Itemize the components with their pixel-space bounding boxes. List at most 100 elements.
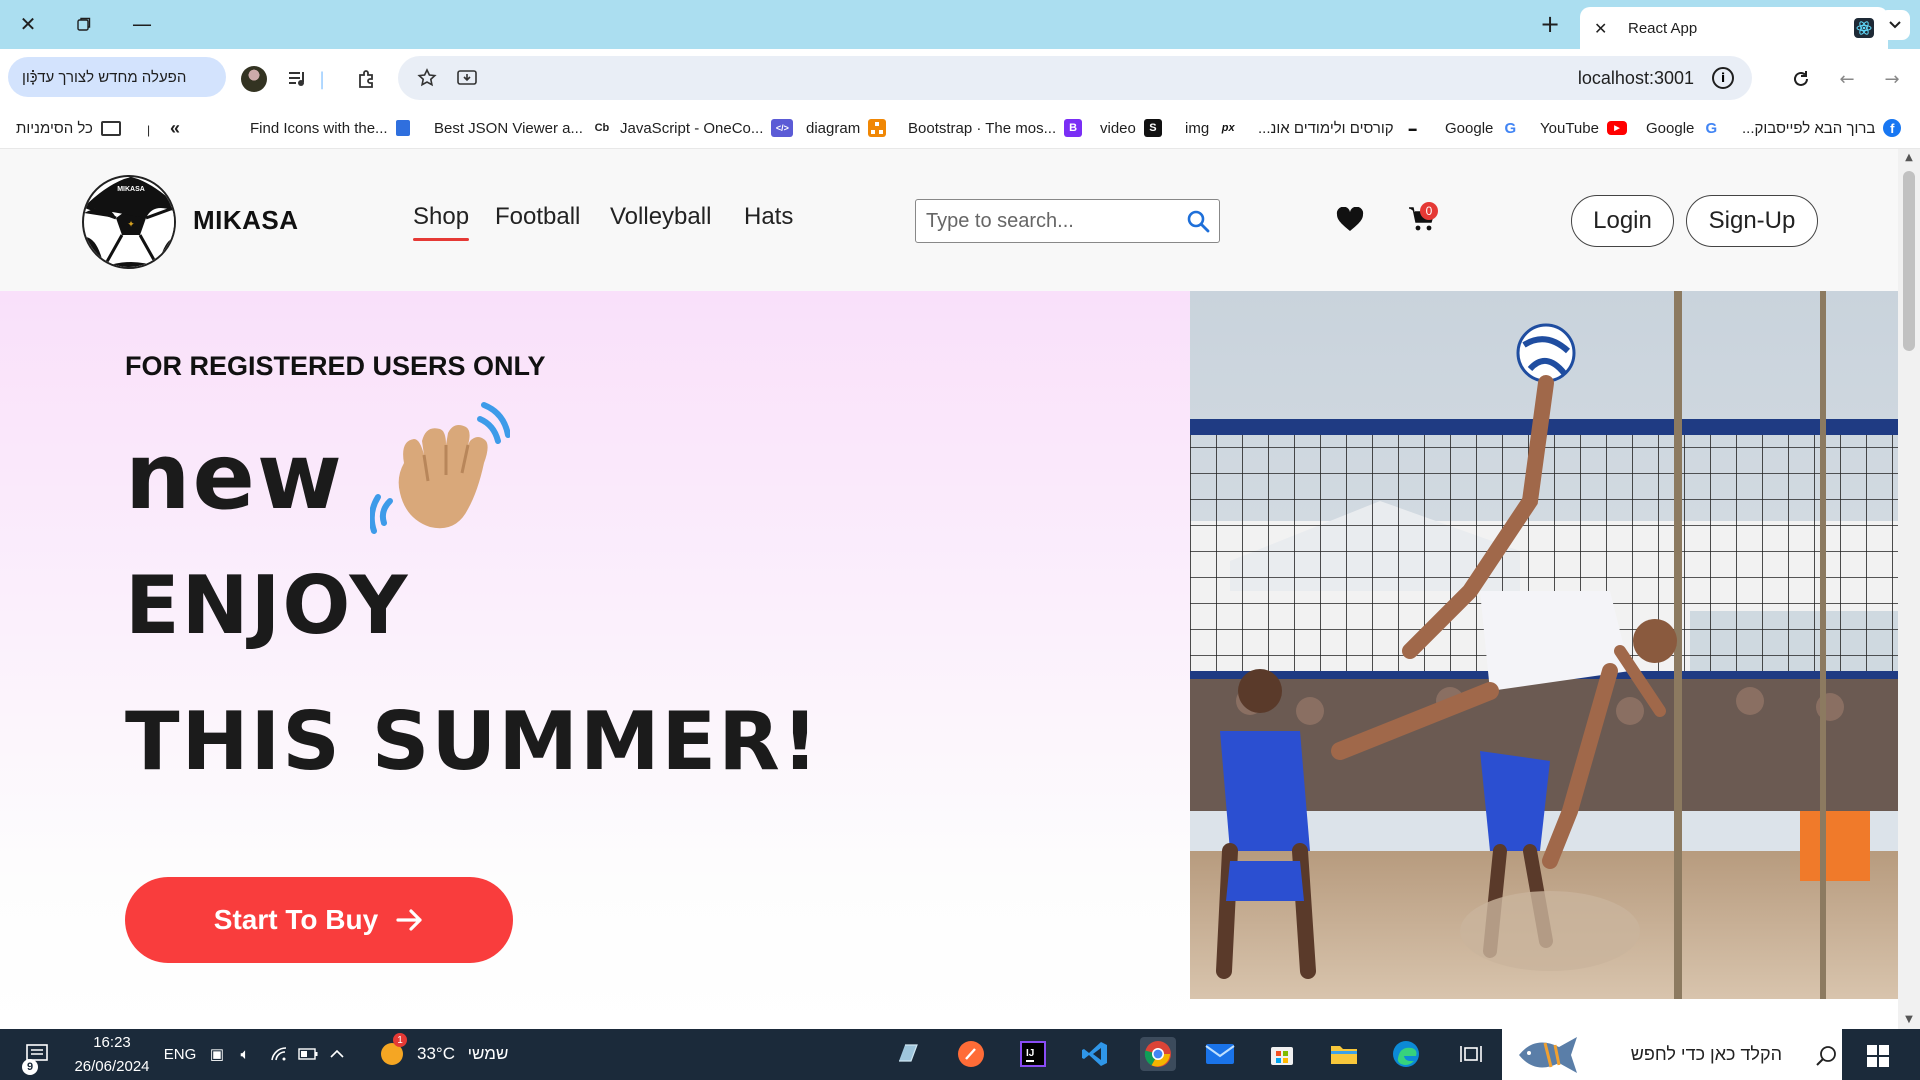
brand-name[interactable]: MIKASA <box>193 205 299 236</box>
minimize-window-icon[interactable]: — <box>122 8 162 40</box>
task-view-icon[interactable] <box>1456 1039 1486 1069</box>
bookmark-label: ...קורסים ולימודים אונ <box>1258 119 1394 137</box>
bookmark-courses[interactable]: ...קורסים ולימודים אונ ▬ <box>1258 117 1424 139</box>
bookmark-javascript[interactable]: JavaScript - OneCo... </> <box>620 117 794 139</box>
hero-section: FOR REGISTERED USERS ONLY new ENJOY THIS… <box>0 291 1190 1029</box>
notification-count: 9 <box>22 1059 38 1075</box>
youtube-icon: ▶ <box>1606 121 1627 135</box>
bookmark-video[interactable]: video S <box>1100 117 1162 139</box>
bookmark-json-viewer[interactable]: Best JSON Viewer a... Cb <box>434 117 613 139</box>
hero-line-summer: THIS SUMMER! <box>125 695 821 788</box>
search-box <box>915 199 1220 243</box>
postman-app-icon[interactable] <box>953 1037 989 1071</box>
install-app-icon[interactable] <box>454 65 480 91</box>
site-info-icon[interactable]: i <box>1712 67 1734 89</box>
bootstrap-icon: B <box>1064 119 1083 137</box>
bookmark-img[interactable]: img px <box>1185 117 1239 139</box>
video-icon: S <box>1143 119 1162 137</box>
tab-react-app[interactable]: ✕ React App <box>1580 7 1888 49</box>
bookmark-label: כל הסימניות <box>16 119 93 137</box>
mikasa-ball-logo[interactable]: MIKASA ✦ <box>82 175 176 269</box>
bookmark-bootstrap[interactable]: Bootstrap · The mos... B <box>908 117 1083 139</box>
bookmark-diagram[interactable]: diagram <box>806 117 887 139</box>
bookmark-find-icons[interactable]: Find Icons with the... <box>250 117 410 139</box>
wifi-icon[interactable] <box>268 1039 290 1069</box>
google-icon: G <box>1504 119 1517 137</box>
nav-volleyball[interactable]: Volleyball <box>610 203 711 231</box>
restore-window-icon[interactable] <box>64 8 104 40</box>
more-bookmarks-icon[interactable]: « <box>170 117 180 139</box>
nav-football[interactable]: Football <box>495 203 580 231</box>
tab-title: React App <box>1628 19 1698 37</box>
scroll-down-icon[interactable]: ▼ <box>1898 1011 1920 1029</box>
bookmark-label: Bootstrap · The mos... <box>908 119 1057 137</box>
new-tab-button[interactable]: + <box>1540 10 1560 38</box>
extensions-icon[interactable] <box>354 66 380 92</box>
svg-text:IJ: IJ <box>1026 1048 1034 1059</box>
profile-avatar[interactable] <box>241 66 267 92</box>
facebook-icon: f <box>1883 119 1902 137</box>
bookmark-label: JavaScript - OneCo... <box>620 119 764 137</box>
bookmark-google-1[interactable]: Google G <box>1445 117 1519 139</box>
windows-start-icon[interactable] <box>1860 1041 1896 1071</box>
heart-icon[interactable] <box>1336 207 1364 233</box>
file-explorer-app-icon[interactable] <box>1326 1037 1362 1071</box>
browser-titlebar: ✕ — + ✕ React App <box>0 0 1920 49</box>
address-bar[interactable]: localhost:3001 i <box>398 56 1752 100</box>
clock-time[interactable]: 16:23 <box>72 1031 152 1053</box>
chrome-app-icon[interactable] <box>1140 1037 1176 1071</box>
bookmark-youtube[interactable]: YouTube ▶ <box>1540 117 1627 139</box>
web-page: MIKASA ✦ MIKASA Shop Football Volleyball… <box>0 149 1920 1029</box>
svg-text:MIKASA: MIKASA <box>117 186 145 193</box>
hero-line-new: new <box>125 423 344 530</box>
edge-app-icon[interactable] <box>1388 1037 1424 1071</box>
weather-temp[interactable]: 33°C <box>416 1039 456 1069</box>
taskbar-search-placeholder: הקלד כאן כדי לחפש <box>1630 1044 1782 1064</box>
login-button[interactable]: Login <box>1571 195 1674 247</box>
search-magnifier-icon[interactable] <box>1812 1041 1840 1071</box>
nav-shop[interactable]: Shop <box>413 203 470 241</box>
bookmark-label: YouTube <box>1540 119 1599 137</box>
code-icon: </> <box>771 119 794 137</box>
chevron-up-icon[interactable] <box>326 1039 348 1069</box>
bookmark-google-2[interactable]: Google G <box>1646 117 1720 139</box>
bookmark-all[interactable]: כל הסימניות <box>16 117 121 139</box>
language-indicator[interactable]: ENG <box>163 1039 197 1069</box>
back-icon[interactable]: ← <box>1834 66 1860 92</box>
scrollbar-thumb[interactable] <box>1903 171 1915 351</box>
reload-icon[interactable] <box>1788 66 1814 92</box>
intellij-app-icon[interactable]: IJ <box>1015 1037 1051 1071</box>
page-scrollbar[interactable]: ▲ ▼ <box>1898 149 1920 1029</box>
tab-search-chevron-icon[interactable] <box>1880 10 1910 40</box>
waving-hand-icon <box>370 402 510 534</box>
start-to-buy-button[interactable]: Start To Buy <box>125 877 513 963</box>
folder-icon <box>100 120 121 136</box>
restart-to-update-button[interactable]: ⋮ הפעלה מחדש לצורך עדכון <box>8 57 226 97</box>
battery-icon[interactable] <box>297 1039 319 1069</box>
forward-icon[interactable]: → <box>1879 66 1905 92</box>
close-window-icon[interactable]: ✕ <box>8 8 48 40</box>
media-control-icon[interactable] <box>285 66 311 92</box>
signup-button[interactable]: Sign-Up <box>1686 195 1818 247</box>
react-icon <box>1854 18 1874 38</box>
bookmark-facebook[interactable]: ...ברוך הבא לפייסבוק f <box>1742 117 1902 139</box>
weather-label[interactable]: שמשי <box>462 1039 514 1069</box>
store-app-icon[interactable] <box>1264 1037 1300 1071</box>
bookmark-label: diagram <box>806 119 861 137</box>
bookmark-label: video <box>1100 119 1136 137</box>
star-bookmark-icon[interactable] <box>414 65 440 91</box>
clock-date[interactable]: 26/06/2024 <box>70 1055 154 1077</box>
security-icon[interactable]: ▣ <box>206 1039 228 1069</box>
search-input[interactable] <box>916 200 1176 242</box>
notepad-app-icon[interactable] <box>890 1037 926 1071</box>
volume-icon[interactable]: 🔈︎ <box>234 1039 256 1069</box>
search-icon[interactable] <box>1185 208 1211 234</box>
bookmark-label: Google <box>1445 119 1494 137</box>
vscode-app-icon[interactable] <box>1077 1037 1113 1071</box>
tab-close-icon[interactable]: ✕ <box>1594 19 1614 38</box>
nav-hats[interactable]: Hats <box>744 203 793 231</box>
mail-app-icon[interactable] <box>1202 1037 1238 1071</box>
site-navbar: MIKASA ✦ MIKASA Shop Football Volleyball… <box>0 149 1898 291</box>
scroll-up-icon[interactable]: ▲ <box>1898 149 1920 167</box>
px-icon: px <box>1221 122 1235 134</box>
